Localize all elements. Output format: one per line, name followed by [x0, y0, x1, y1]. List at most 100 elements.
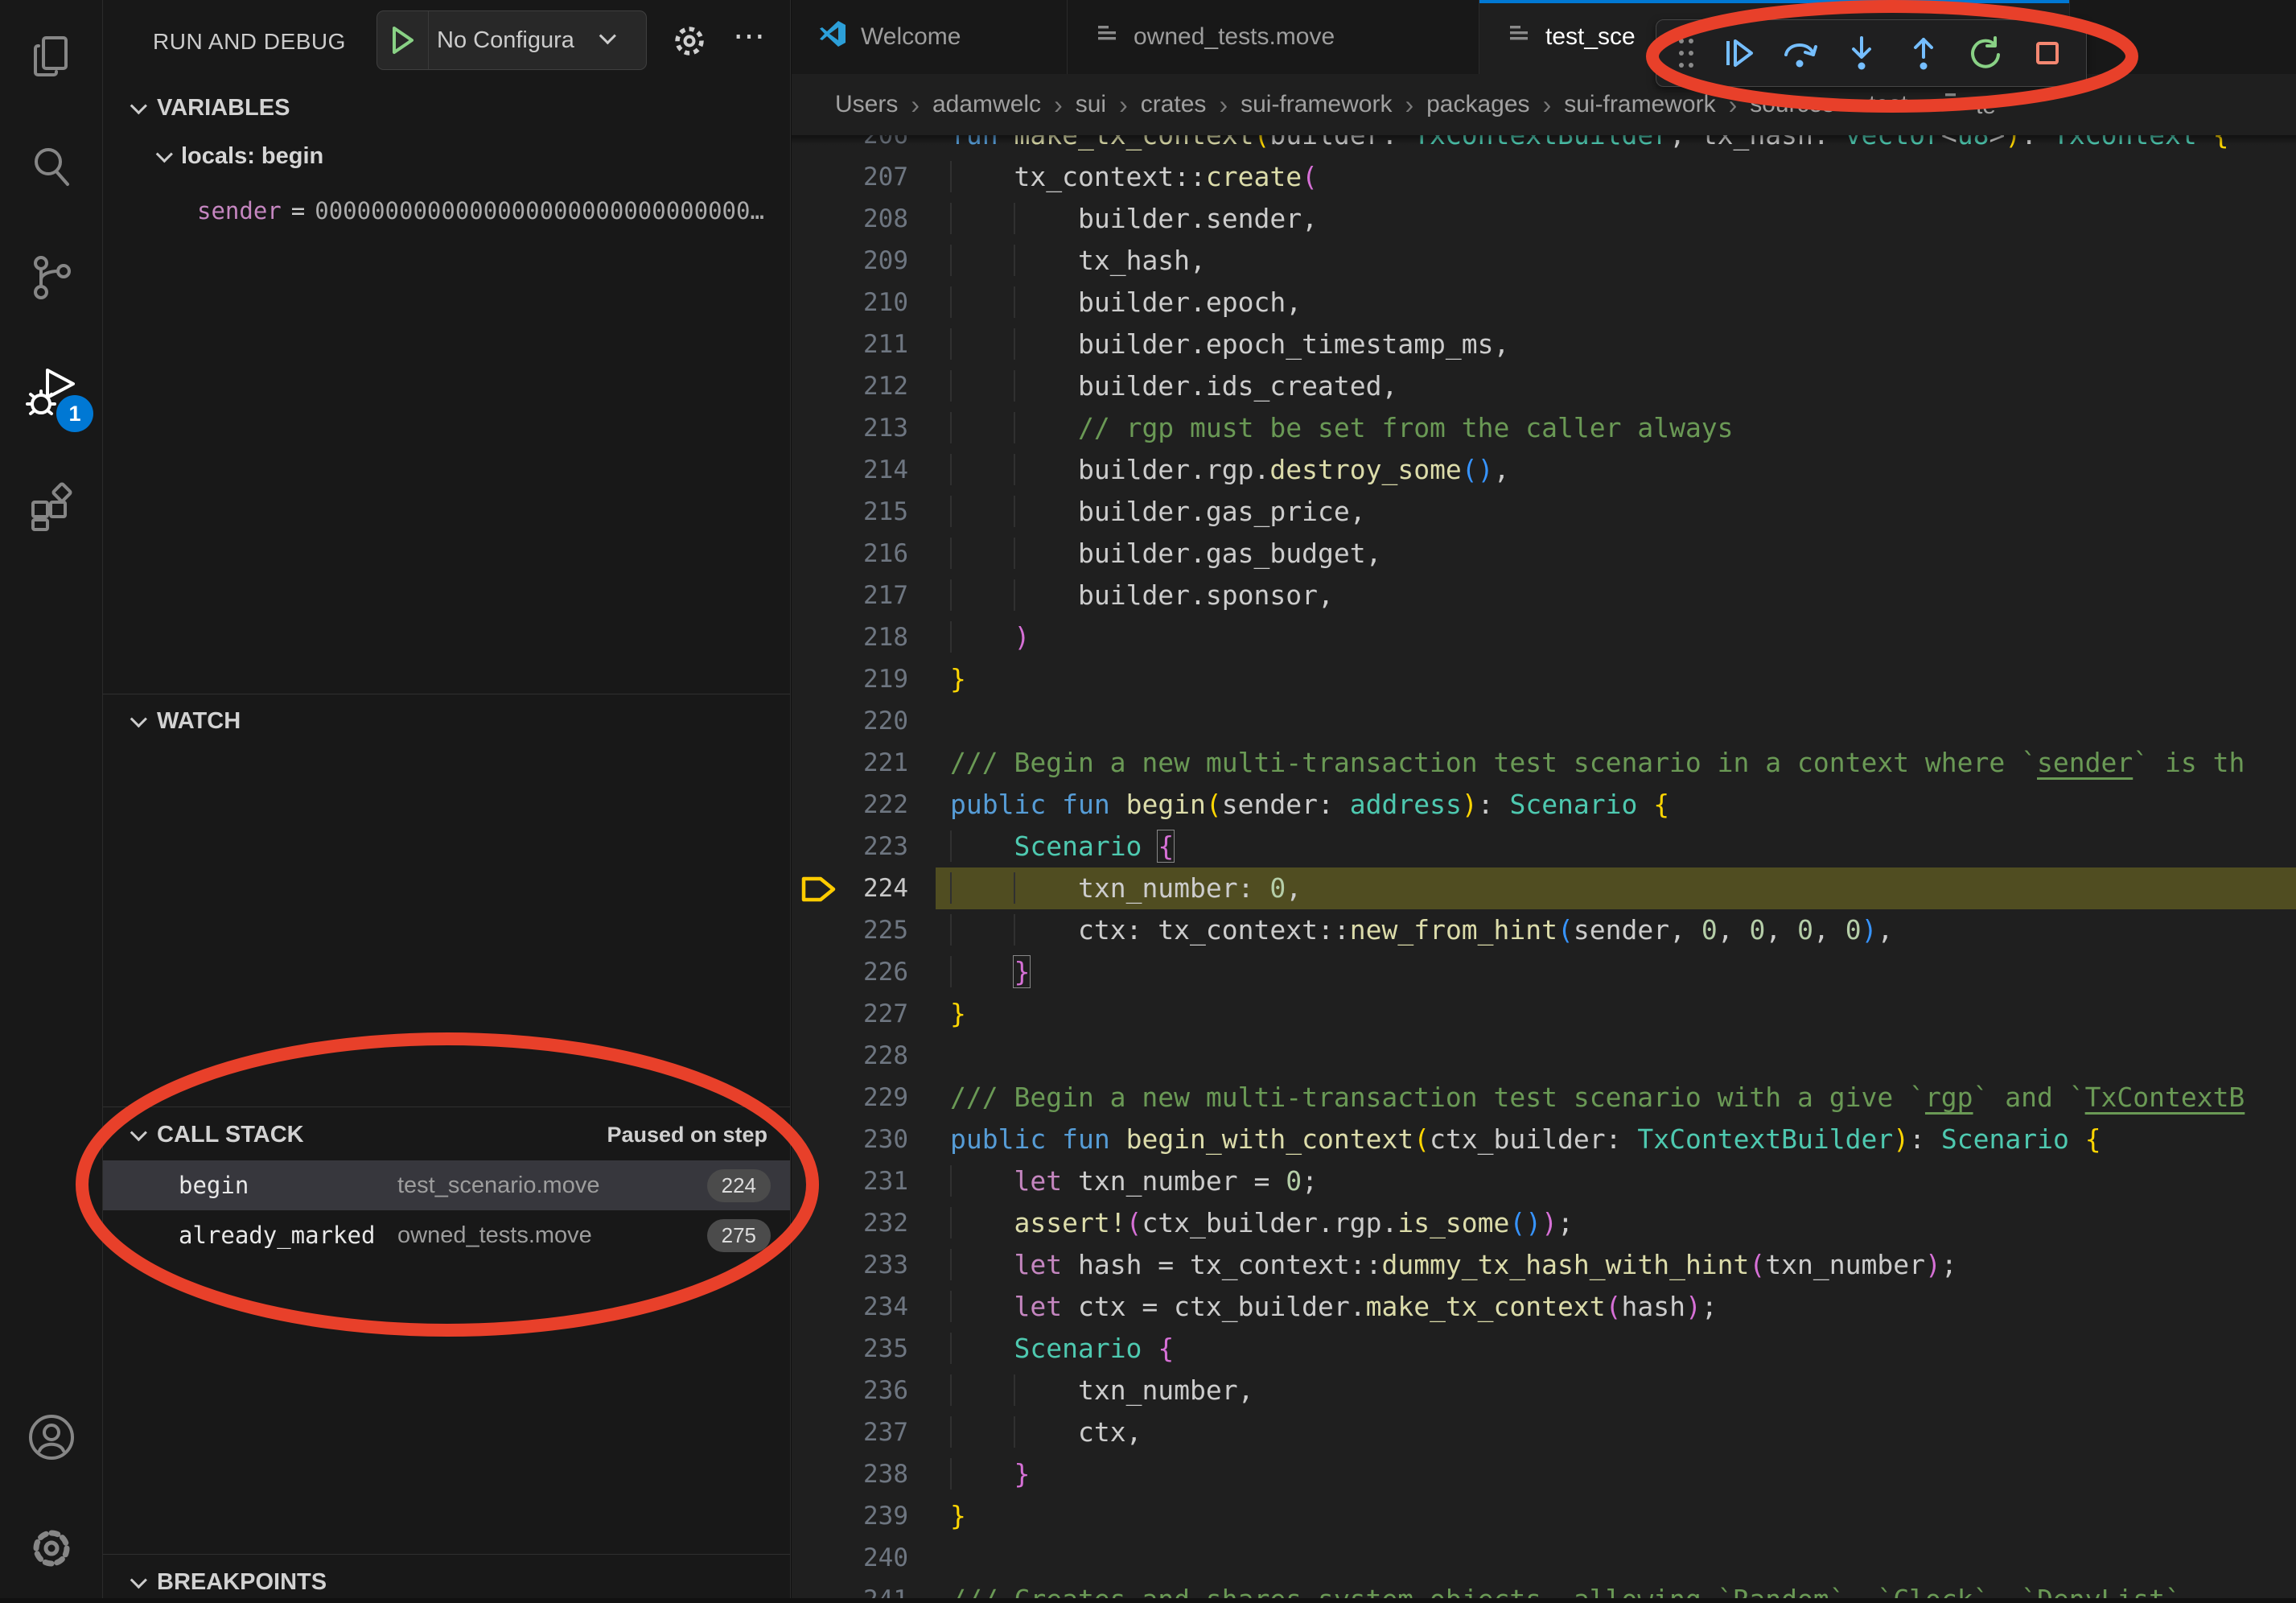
- line-number[interactable]: 206: [792, 135, 908, 156]
- line-number[interactable]: 235: [792, 1328, 908, 1370]
- line-number[interactable]: 222: [792, 784, 908, 826]
- line-number[interactable]: 236: [792, 1370, 908, 1411]
- code-line-234: 234 let ctx = ctx_builder.make_tx_contex…: [792, 1286, 2296, 1328]
- line-number[interactable]: 231: [792, 1160, 908, 1202]
- line-content: /// Begin a new multi-transaction test s…: [950, 1077, 2245, 1119]
- call-stack-frame-already_marked[interactable]: already_markedowned_tests.move275: [103, 1210, 790, 1260]
- breadcrumb-separator: ›: [911, 90, 920, 120]
- watch-label: WATCH: [157, 708, 241, 735]
- line-number[interactable]: 240: [792, 1537, 908, 1579]
- line-content: Scenario {: [950, 1328, 1174, 1370]
- breadcrumb-item[interactable]: sui-framework: [1241, 91, 1392, 118]
- line-content: /// Begin a new multi-transaction test s…: [950, 742, 2245, 784]
- move-file-icon: [1095, 22, 1119, 52]
- line-number[interactable]: 207: [792, 156, 908, 198]
- breadcrumb-item[interactable]: sources: [1750, 91, 1834, 118]
- line-content: ctx: tx_context::new_from_hint(sender, 0…: [950, 909, 1893, 951]
- breadcrumb-separator: ›: [1405, 90, 1413, 120]
- step-into-button[interactable]: [1834, 25, 1890, 81]
- line-number[interactable]: 217: [792, 575, 908, 616]
- line-number[interactable]: 215: [792, 491, 908, 533]
- line-number[interactable]: 218: [792, 616, 908, 658]
- code-line-211: 211 builder.epoch_timestamp_ms,: [792, 323, 2296, 365]
- breadcrumb-item[interactable]: packages: [1426, 91, 1529, 118]
- settings-gear-icon[interactable]: [0, 1497, 103, 1600]
- line-number[interactable]: 213: [792, 407, 908, 449]
- call-stack-frame-begin[interactable]: begintest_scenario.move224: [103, 1160, 790, 1210]
- breadcrumb-item[interactable]: test: [1869, 91, 1907, 118]
- source-control-icon[interactable]: [0, 226, 103, 329]
- line-number[interactable]: 211: [792, 323, 908, 365]
- sidebar-title: RUN AND DEBUG: [153, 29, 346, 55]
- line-number[interactable]: 226: [792, 951, 908, 993]
- line-number[interactable]: 216: [792, 533, 908, 575]
- search-icon[interactable]: [0, 116, 103, 219]
- code-line-213: 213 // rgp must be set from the caller a…: [792, 407, 2296, 449]
- code-line-214: 214 builder.rgp.destroy_some(),: [792, 449, 2296, 491]
- breadcrumb-item[interactable]: crates: [1141, 91, 1207, 118]
- line-number[interactable]: 227: [792, 993, 908, 1035]
- breakpoints-section-header[interactable]: BREAKPOINTS: [103, 1561, 790, 1603]
- explorer-icon[interactable]: [0, 5, 103, 108]
- line-number[interactable]: 210: [792, 282, 908, 323]
- line-number[interactable]: 241: [792, 1579, 908, 1598]
- activity-bar: 1: [0, 0, 103, 1598]
- breadcrumb-item[interactable]: adamwelc: [932, 91, 1041, 118]
- line-number[interactable]: 239: [792, 1495, 908, 1537]
- line-number[interactable]: 230: [792, 1119, 908, 1160]
- account-icon[interactable]: [0, 1386, 103, 1489]
- line-number[interactable]: 228: [792, 1035, 908, 1077]
- line-number[interactable]: 224: [792, 867, 908, 909]
- start-debug-icon[interactable]: [377, 11, 429, 69]
- code-line-231: 231 let txn_number = 0;: [792, 1160, 2296, 1202]
- variable-row-sender[interactable]: sender = 0000000000000000000000000000000…: [197, 190, 791, 232]
- line-number[interactable]: 225: [792, 909, 908, 951]
- line-number[interactable]: 229: [792, 1077, 908, 1119]
- scope-row-locals-begin[interactable]: locals: begin: [103, 134, 790, 179]
- line-number[interactable]: 223: [792, 826, 908, 867]
- breadcrumb-item[interactable]: te: [1942, 89, 1996, 120]
- step-over-button[interactable]: [1772, 25, 1828, 81]
- more-actions-icon[interactable]: ⋯: [724, 11, 774, 61]
- continue-button[interactable]: [1710, 25, 1766, 81]
- run-and-debug-icon[interactable]: 1: [0, 340, 103, 443]
- stop-button[interactable]: [2019, 25, 2075, 81]
- line-number[interactable]: 209: [792, 240, 908, 282]
- line-content: let txn_number = 0;: [950, 1160, 1318, 1202]
- line-content: builder.rgp.destroy_some(),: [950, 449, 1509, 491]
- breadcrumb-item[interactable]: sui-framework: [1564, 91, 1715, 118]
- breadcrumb-item[interactable]: Users: [835, 91, 898, 118]
- vscode-logo-icon: [819, 20, 846, 54]
- debug-settings-gear-icon[interactable]: [666, 18, 713, 64]
- launch-config-dropdown[interactable]: No Configura: [376, 10, 647, 70]
- variables-section-header[interactable]: VARIABLES: [103, 87, 790, 129]
- breadcrumb-label: Users: [835, 91, 898, 117]
- line-number[interactable]: 238: [792, 1453, 908, 1495]
- restart-button[interactable]: [1957, 25, 2013, 81]
- line-number[interactable]: 234: [792, 1286, 908, 1328]
- line-number[interactable]: 208: [792, 198, 908, 240]
- breadcrumb-item[interactable]: sui: [1076, 91, 1106, 118]
- tab-owned-tests-move[interactable]: owned_tests.move: [1068, 0, 1479, 74]
- line-number[interactable]: 212: [792, 365, 908, 407]
- breadcrumb-separator: ›: [1054, 90, 1063, 120]
- line-number[interactable]: 220: [792, 700, 908, 742]
- breadcrumb-separator: ›: [1729, 90, 1738, 120]
- toolbar-drag-grip[interactable]: [1668, 25, 1704, 81]
- line-number[interactable]: 219: [792, 658, 908, 700]
- line-number[interactable]: 221: [792, 742, 908, 784]
- line-number[interactable]: 233: [792, 1244, 908, 1286]
- code-editor[interactable]: 206fun make_tx_context(builder: TxContex…: [792, 135, 2296, 1598]
- watch-section-header[interactable]: WATCH: [103, 700, 790, 742]
- line-number[interactable]: 232: [792, 1202, 908, 1244]
- breadcrumb-separator: ›: [1920, 90, 1929, 120]
- line-content: builder.gas_budget,: [950, 533, 1381, 575]
- step-out-button[interactable]: [1896, 25, 1952, 81]
- extensions-icon[interactable]: [0, 455, 103, 558]
- line-content: let hash = tx_context::dummy_tx_hash_wit…: [950, 1244, 1957, 1286]
- line-number[interactable]: 237: [792, 1411, 908, 1453]
- line-content: // rgp must be set from the caller alway…: [950, 407, 1734, 449]
- line-number[interactable]: 214: [792, 449, 908, 491]
- call-stack-section-header[interactable]: CALL STACK Paused on step: [103, 1114, 790, 1156]
- tab-welcome[interactable]: Welcome: [792, 0, 1068, 74]
